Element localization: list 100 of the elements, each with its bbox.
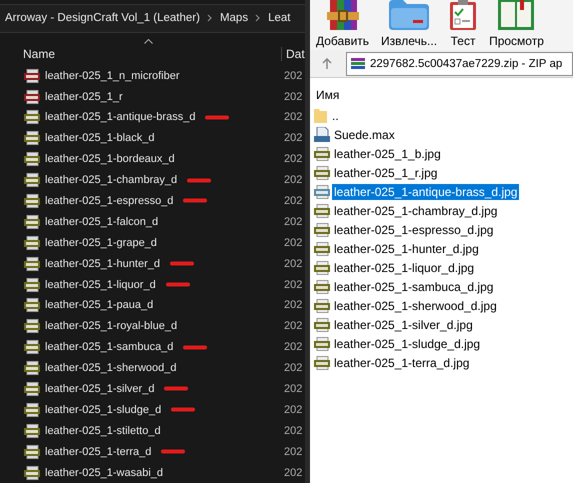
image-file-icon (314, 298, 330, 312)
file-name[interactable]: leather-025_1-sambuca_d (45, 341, 174, 354)
column-header[interactable]: Name (23, 47, 281, 62)
image-file-icon (24, 194, 40, 208)
image-file-icon (24, 361, 40, 376)
toolbar-button[interactable]: Добавить (316, 0, 370, 50)
date-cell: 202 (284, 424, 302, 437)
image-file-icon (24, 382, 40, 396)
image-file-icon (24, 68, 40, 83)
path-field[interactable]: 2297682.5c00437ae7229.zip - ZIP ар (346, 52, 573, 76)
date-cell: 202 (284, 236, 302, 249)
document-icon (314, 127, 330, 142)
breadcrumb-item[interactable]: Arroway - DesignCraft Vol_1 (Leather) (5, 12, 200, 24)
file-name[interactable]: leather-025_1-sludge_d (45, 404, 162, 416)
image-file-icon (24, 402, 40, 417)
date-cell: 202 (284, 341, 302, 354)
breadcrumb-item[interactable]: Maps (220, 12, 248, 24)
file-name[interactable]: leather-025_1-silver_d.jpg (332, 316, 475, 332)
file-name[interactable]: Suede.max (332, 126, 397, 142)
folder-icon (314, 108, 328, 123)
file-name[interactable]: leather-025_1-antique-brass_d (45, 111, 196, 124)
file-name[interactable]: leather-025_1_n_microfiber (45, 70, 180, 82)
image-file-icon (314, 222, 330, 236)
chevron-icon (206, 14, 213, 22)
file-name[interactable]: leather-025_1-terra_d.jpg (332, 354, 472, 370)
date-cell: 202 (284, 90, 302, 103)
date-cell: 202 (284, 70, 302, 82)
file-name[interactable]: leather-025_1-espresso_d (45, 194, 174, 207)
file-name[interactable]: leather-025_1-chambray_d.jpg (332, 202, 500, 218)
date-cell: 202 (284, 153, 302, 166)
image-file-icon (24, 214, 40, 229)
image-file-icon (314, 356, 330, 370)
file-name[interactable]: leather-025_1-bordeaux_d (45, 153, 175, 166)
image-file-icon (24, 90, 40, 104)
image-file-icon (24, 173, 40, 188)
file-name[interactable]: leather-025_1-sherwood_d (45, 362, 176, 374)
date-cell: 202 (284, 278, 302, 291)
date-cell: 202 (284, 404, 302, 416)
date-cell: 202 (284, 111, 302, 124)
file-name[interactable]: leather-025_1-antique-brass_d.jpg (332, 184, 520, 200)
date-cell: 202 (284, 258, 302, 270)
date-cell: 202 (284, 466, 302, 479)
file-name[interactable]: leather-025_1-hunter_d (45, 258, 160, 270)
date-cell: 202 (284, 132, 302, 144)
date-cell: 202 (284, 194, 302, 207)
breadcrumb-item[interactable]: Leat (268, 12, 290, 24)
image-file-icon (24, 278, 40, 292)
image-file-icon (24, 298, 40, 312)
image-file-icon (24, 340, 40, 354)
date-cell: 202 (284, 320, 302, 332)
image-file-icon (24, 319, 40, 334)
image-file-icon (24, 152, 40, 166)
file-name[interactable]: leather-025_1-sludge_d.jpg (332, 336, 482, 352)
date-cell: 202 (284, 299, 302, 312)
file-name[interactable]: leather-025_1-wasabi_d (45, 466, 164, 479)
image-file-icon (24, 110, 40, 124)
file-name[interactable]: leather-025_1-liquor_d.jpg (332, 260, 476, 276)
up-arrow-icon[interactable] (322, 58, 332, 70)
image-file-icon (24, 236, 40, 250)
file-name[interactable]: leather-025_1-liquor_d (45, 278, 156, 291)
image-file-icon (314, 166, 330, 180)
image-file-icon (24, 466, 40, 480)
file-name[interactable]: leather-025_1_r.jpg (332, 164, 440, 180)
column-header[interactable]: Имя (310, 78, 573, 106)
archive-icon (350, 56, 366, 70)
chevron-icon (255, 14, 262, 22)
image-file-icon (314, 146, 330, 160)
file-name[interactable]: leather-025_1-grape_d (45, 236, 157, 249)
file-name[interactable]: leather-025_1-chambray_d (45, 174, 178, 186)
image-file-icon (314, 242, 330, 256)
file-name[interactable]: leather-025_1-espresso_d.jpg (332, 222, 496, 238)
image-file-icon (314, 336, 330, 350)
toolbar-button[interactable]: Извлечь... (381, 0, 438, 50)
image-file-icon (24, 424, 40, 438)
file-name[interactable]: leather-025_1-silver_d (45, 382, 154, 395)
date-cell: 202 (284, 174, 302, 186)
image-file-icon (24, 256, 40, 271)
image-file-icon (314, 204, 330, 218)
file-name[interactable]: leather-025_1-terra_d (45, 446, 152, 458)
folder-icon (387, 0, 432, 30)
file-name[interactable]: leather-025_1-hunter_d.jpg (332, 240, 481, 256)
sort-caret-icon (144, 38, 153, 44)
file-name[interactable]: leather-025_1_r (45, 90, 123, 103)
file-name[interactable]: leather-025_1-black_d (45, 132, 154, 144)
date-cell: 202 (284, 362, 302, 374)
file-name[interactable]: .. (330, 108, 341, 124)
file-name[interactable]: leather-025_1-falcon_d (45, 216, 158, 228)
file-name[interactable]: leather-025_1-paua_d (45, 299, 154, 312)
file-name[interactable]: leather-025_1-royal-blue_d (45, 320, 178, 332)
image-file-icon (314, 318, 330, 332)
image-file-icon (314, 280, 330, 294)
file-name[interactable]: leather-025_1-sherwood_d.jpg (332, 298, 499, 314)
image-file-icon (314, 260, 330, 274)
toolbar-button[interactable]: Просмотр (489, 0, 544, 50)
file-name[interactable]: leather-025_1-stiletto_d (45, 424, 161, 437)
toolbar-button[interactable]: Тест (449, 0, 478, 50)
file-name[interactable]: leather-025_1-sambuca_d.jpg (332, 278, 496, 294)
file-name[interactable]: leather-025_1_b.jpg (332, 146, 443, 162)
date-cell: 202 (284, 216, 302, 228)
image-file-icon (24, 131, 40, 146)
